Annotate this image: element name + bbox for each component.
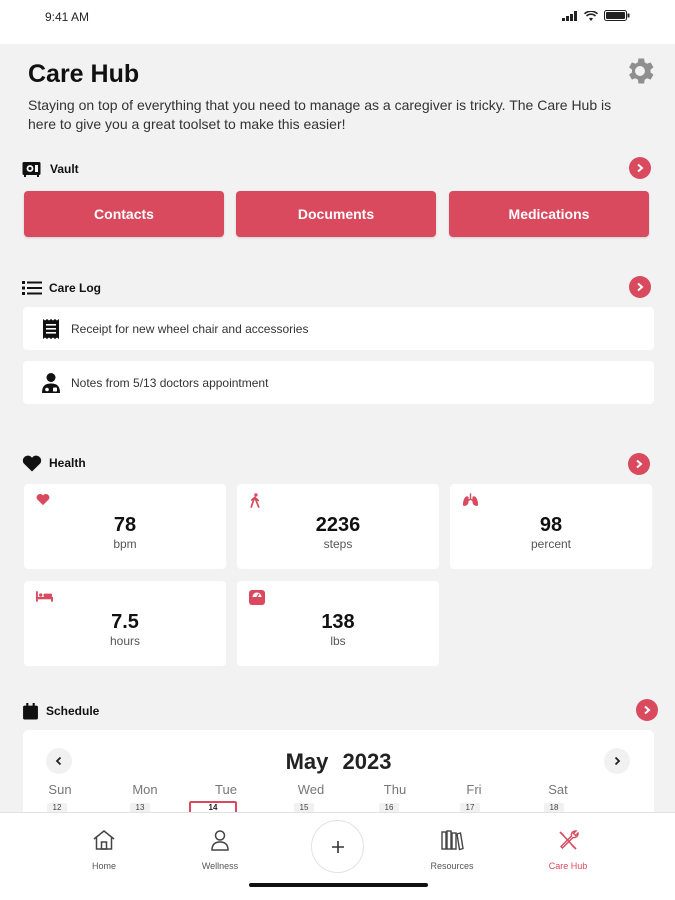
weekday-label: Sun — [48, 782, 72, 797]
receipt-icon — [43, 318, 59, 339]
battery-icon — [604, 10, 630, 21]
calendar: May 2023 Sun Mon Tue Wed Thu Fri Sat 12 … — [23, 730, 654, 812]
health-more-button[interactable] — [628, 453, 650, 475]
care-log-title: Care Log — [49, 281, 102, 295]
heart-rate-card[interactable]: 78 bpm — [24, 484, 226, 569]
gear-icon — [629, 58, 654, 84]
oxygen-card[interactable]: 98 percent — [450, 484, 652, 569]
vault-header: Vault — [22, 158, 79, 180]
weight-card[interactable]: 138 lbs — [237, 581, 439, 666]
heart-rate-unit: bpm — [113, 537, 137, 551]
tab-label: Care Hub — [548, 861, 588, 871]
calendar-day[interactable]: 12 — [47, 803, 67, 812]
vault-more-button[interactable] — [629, 157, 651, 179]
calendar-day[interactable]: 13 — [130, 803, 150, 812]
calendar-month-year: May 2023 — [23, 749, 654, 775]
sleep-unit: hours — [109, 634, 141, 648]
tab-label: Home — [91, 861, 116, 871]
care-log-item-text: Receipt for new wheel chair and accessor… — [71, 321, 309, 336]
calendar-day[interactable]: 17 — [460, 803, 480, 812]
plus-icon — [331, 840, 344, 853]
lungs-icon — [462, 493, 479, 506]
oxygen-unit: percent — [530, 537, 572, 551]
heart-icon — [22, 455, 42, 471]
steps-unit: steps — [323, 537, 353, 551]
heart-icon — [36, 493, 50, 506]
weight-value: 138 — [321, 611, 355, 633]
chevron-right-icon — [614, 756, 621, 766]
heart-rate-value: 78 — [113, 514, 137, 536]
weekday-label: Mon — [132, 782, 158, 797]
calendar-day[interactable]: 15 — [294, 803, 314, 812]
next-month-button[interactable] — [604, 748, 630, 774]
page-title: Care Hub — [28, 60, 140, 88]
oxygen-value: 98 — [539, 514, 563, 536]
weekday-label: Sat — [548, 782, 568, 797]
calendar-year: 2023 — [342, 749, 392, 774]
sleep-value: 7.5 — [111, 611, 139, 633]
cellular-signal-icon — [562, 10, 577, 21]
medications-button[interactable]: Medications — [449, 191, 649, 237]
health-header: Health — [22, 452, 86, 474]
calendar-icon — [23, 702, 38, 719]
intro-text: Staying on top of everything that you ne… — [28, 97, 612, 132]
health-title: Health — [49, 456, 86, 470]
calendar-day[interactable]: 18 — [544, 803, 564, 812]
tab-home[interactable]: Home — [64, 829, 144, 871]
vault-title: Vault — [50, 162, 79, 176]
documents-button[interactable]: Documents — [236, 191, 436, 237]
care-log-header: Care Log — [22, 277, 101, 299]
contacts-button[interactable]: Contacts — [24, 191, 224, 237]
wifi-icon — [584, 10, 598, 21]
vault-icon — [22, 162, 41, 177]
care-log-more-button[interactable] — [629, 276, 651, 298]
schedule-header: Schedule — [22, 700, 99, 722]
scale-icon — [249, 590, 265, 605]
tab-label: Resources — [430, 861, 474, 871]
status-icons — [562, 10, 630, 21]
home-indicator — [249, 883, 428, 887]
chevron-right-icon — [644, 705, 651, 715]
weight-unit: lbs — [330, 634, 346, 648]
walking-icon — [250, 493, 260, 508]
care-log-item[interactable]: Receipt for new wheel chair and accessor… — [23, 307, 654, 350]
settings-button[interactable] — [623, 54, 657, 88]
tools-icon — [559, 830, 579, 850]
care-log-item[interactable]: Notes from 5/13 doctors appointment — [23, 361, 654, 404]
weekday-label: Thu — [383, 782, 407, 797]
schedule-title: Schedule — [46, 704, 100, 718]
care-hub-screen: Care Hub Staying on top of everything th… — [0, 44, 675, 812]
tab-care-hub[interactable]: Care Hub — [528, 829, 608, 871]
chevron-right-icon — [637, 282, 644, 292]
status-bar: 9:41 AM — [0, 0, 675, 44]
sleep-card[interactable]: 7.5 hours — [24, 581, 226, 666]
steps-card[interactable]: 2236 steps — [237, 484, 439, 569]
calendar-day-today[interactable]: 14 — [189, 801, 237, 812]
calendar-day[interactable]: 16 — [379, 803, 399, 812]
bed-icon — [36, 591, 53, 602]
calendar-month: May — [285, 749, 329, 774]
tab-bar: Home Wellness Resources Care Hub — [0, 812, 675, 900]
tab-label: Wellness — [201, 861, 239, 871]
home-icon — [93, 830, 115, 850]
add-button[interactable] — [311, 820, 364, 873]
list-icon — [22, 281, 42, 295]
schedule-more-button[interactable] — [636, 699, 658, 721]
weekday-label: Wed — [297, 782, 325, 797]
chevron-right-icon — [637, 163, 644, 173]
status-time: 9:41 AM — [45, 10, 90, 24]
weekday-label: Tue — [215, 782, 237, 797]
doctor-icon — [42, 372, 60, 393]
steps-value: 2236 — [315, 514, 361, 536]
weekday-label: Fri — [466, 782, 482, 797]
books-icon — [441, 830, 464, 851]
chevron-right-icon — [636, 459, 643, 469]
care-log-item-text: Notes from 5/13 doctors appointment — [71, 375, 269, 390]
tab-resources[interactable]: Resources — [412, 829, 492, 871]
tab-wellness[interactable]: Wellness — [180, 829, 260, 871]
person-icon — [211, 830, 229, 851]
